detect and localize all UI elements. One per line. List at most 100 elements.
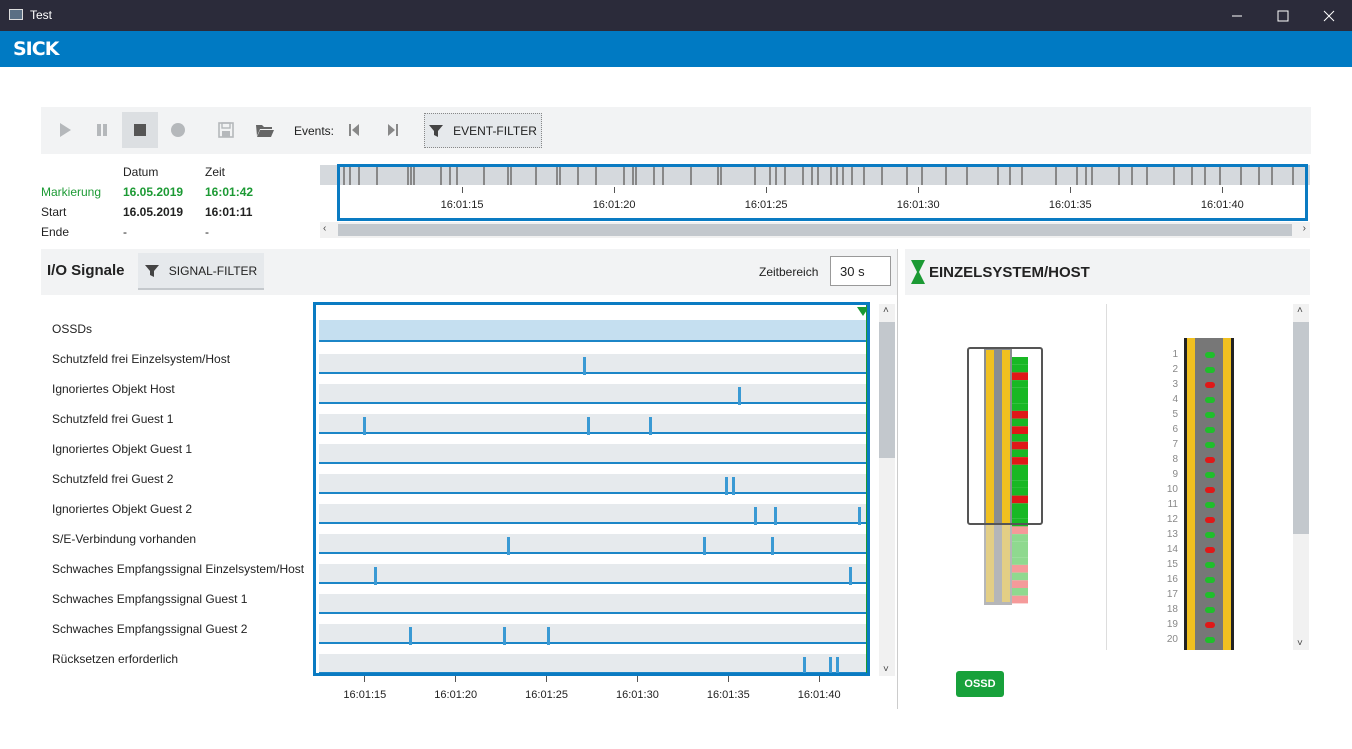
signal-track	[319, 594, 866, 614]
beam-number: 2	[1172, 364, 1178, 375]
zeitbereich-input[interactable]: 30 s	[830, 256, 891, 286]
filter-icon	[144, 264, 159, 277]
signal-event-pulse	[835, 657, 839, 673]
mini-beam-block	[1012, 418, 1028, 427]
markierung-label: Markierung	[41, 185, 102, 199]
beam-number: 5	[1172, 409, 1178, 420]
signal-chart[interactable]	[313, 302, 870, 676]
signal-axis-tick	[455, 676, 457, 682]
signal-track	[319, 444, 866, 464]
beam-number: 10	[1166, 484, 1178, 495]
beam-number: 12	[1166, 514, 1178, 525]
brand-bar: SICK	[0, 31, 1352, 67]
mini-beam-block	[1012, 549, 1028, 558]
signal-axis-label: 16:01:30	[616, 689, 659, 701]
signal-label: Schwaches Empfangssignal Guest 2	[52, 622, 248, 636]
filter-icon	[429, 124, 444, 137]
overview-timeline[interactable]: 16:01:15 16:01:20 16:01:25 16:01:30 16:01:35…	[320, 162, 1310, 222]
signal-axis-label: 16:01:35	[706, 689, 750, 701]
signal-event-pulse	[803, 657, 807, 673]
signal-track	[319, 474, 866, 494]
pause-button[interactable]	[84, 112, 120, 148]
mini-beam-block	[1012, 511, 1028, 519]
signal-label: Schwaches Empfangssignal Einzelsystem/Ho…	[52, 562, 305, 576]
scroll-up-icon[interactable]: ˄	[1297, 305, 1303, 316]
maximize-button[interactable]	[1260, 0, 1306, 31]
mini-beam-block	[1012, 441, 1028, 450]
beam-number: 14	[1166, 544, 1178, 555]
stop-button[interactable]	[122, 112, 158, 148]
overview-scroll-thumb[interactable]	[338, 224, 1292, 236]
mini-beam-block	[1012, 357, 1028, 365]
panel-divider	[897, 249, 898, 709]
beam-state-led	[1205, 442, 1215, 448]
record-button[interactable]	[160, 112, 196, 148]
mini-beam-block	[1012, 503, 1028, 511]
minimize-button[interactable]	[1214, 0, 1260, 31]
event-previous-button[interactable]	[336, 112, 372, 148]
signal-event-pulse	[857, 507, 861, 525]
beam-scroll-thumb[interactable]	[1293, 322, 1309, 534]
signal-track	[319, 414, 866, 434]
mini-beam-block	[1012, 364, 1028, 373]
device-overview-illustration	[967, 347, 1043, 605]
play-button[interactable]	[47, 112, 83, 148]
signal-axis-tick	[727, 676, 729, 682]
save-icon	[218, 122, 234, 138]
signal-track	[319, 354, 866, 374]
open-folder-button[interactable]	[247, 112, 283, 148]
signal-filter-button[interactable]: SIGNAL-FILTER	[138, 253, 264, 290]
signal-event-pulse	[648, 417, 652, 435]
host-title: EINZELSYSTEM/HOST	[929, 264, 1090, 281]
maximize-icon	[1277, 10, 1289, 21]
signal-track	[319, 504, 866, 524]
scroll-left-icon[interactable]: ‹	[323, 223, 326, 234]
scroll-down-icon[interactable]: ˅	[1297, 638, 1303, 649]
signal-track	[319, 654, 866, 673]
mini-beam-block	[1012, 557, 1028, 565]
beam-number: 7	[1172, 439, 1178, 450]
hourglass-icon	[911, 260, 925, 284]
ende-datum: -	[123, 225, 127, 239]
scroll-up-icon[interactable]: ˄	[883, 305, 889, 316]
signal-scroll-thumb[interactable]	[879, 322, 895, 458]
beam-state-led	[1205, 502, 1215, 508]
mini-beam-block	[1012, 457, 1028, 465]
minimize-icon	[1232, 15, 1242, 16]
signal-event-pulse	[374, 567, 378, 585]
signal-label: Rücksetzen erforderlich	[52, 652, 179, 666]
beam-state-led	[1205, 397, 1215, 403]
mini-beam-block	[1012, 449, 1028, 458]
beam-number: 17	[1166, 589, 1178, 600]
signal-event-pulse	[506, 537, 510, 555]
beam-state-led	[1205, 607, 1215, 613]
mini-beam-block	[1012, 464, 1028, 473]
scroll-right-icon[interactable]: ›	[1303, 223, 1306, 234]
signal-event-pulse	[703, 537, 707, 555]
beam-number: 13	[1166, 529, 1178, 540]
signal-label: Schutzfeld frei Guest 1	[52, 412, 174, 426]
overview-selection-window[interactable]	[337, 164, 1308, 221]
io-signals-title: I/O Signale	[47, 262, 125, 279]
signal-axis-tick	[818, 676, 820, 682]
mini-beam-block	[1012, 526, 1028, 535]
beam-number: 15	[1166, 559, 1178, 570]
close-button[interactable]	[1306, 0, 1352, 31]
beam-number: 6	[1172, 424, 1178, 435]
scroll-down-icon[interactable]: ˅	[883, 664, 889, 675]
signal-event-pulse	[408, 627, 412, 645]
signal-label: S/E-Verbindung vorhanden	[52, 532, 197, 546]
save-button[interactable]	[208, 112, 244, 148]
start-datum: 16.05.2019	[123, 205, 184, 219]
play-icon	[60, 123, 71, 137]
event-next-button[interactable]	[375, 112, 411, 148]
signal-axis-tick	[364, 676, 366, 682]
mini-beam-block	[1012, 426, 1028, 434]
signal-event-pulse	[583, 357, 587, 375]
start-label: Start	[41, 205, 67, 219]
host-header: EINZELSYSTEM/HOST	[905, 249, 1310, 295]
beam-state-led	[1205, 622, 1215, 628]
beam-state-led	[1205, 412, 1215, 418]
event-filter-button[interactable]: EVENT-FILTER	[424, 113, 542, 148]
mini-beam-block	[1012, 495, 1028, 504]
